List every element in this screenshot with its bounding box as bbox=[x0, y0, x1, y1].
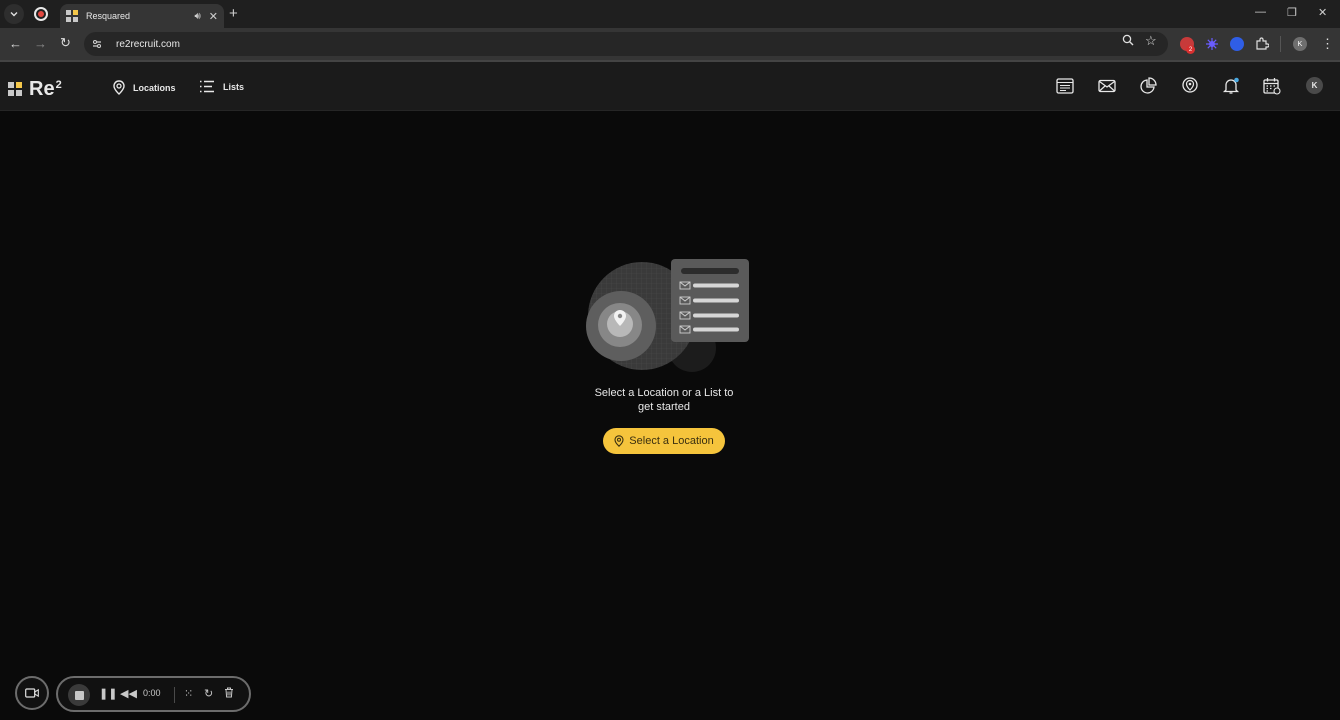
stop-icon bbox=[74, 690, 84, 700]
map-pin-icon bbox=[614, 435, 624, 447]
minimize-window-icon[interactable]: — bbox=[1255, 6, 1266, 18]
user-avatar[interactable]: K bbox=[1306, 77, 1323, 94]
restore-window-icon[interactable]: ❐ bbox=[1287, 6, 1297, 19]
select-location-label: Select a Location bbox=[629, 435, 714, 447]
toolbar-separator bbox=[1280, 36, 1281, 52]
video-camera-icon bbox=[25, 688, 39, 698]
extension-sparkle-icon[interactable] bbox=[1205, 37, 1219, 51]
browser-window-icon[interactable] bbox=[1056, 77, 1074, 95]
nav-lists-label: Lists bbox=[223, 81, 245, 92]
pause-icon[interactable]: ❚❚ bbox=[99, 687, 117, 700]
chevron-down-icon bbox=[10, 12, 18, 17]
address-bar[interactable]: re2recruit.com bbox=[84, 32, 1168, 56]
calendar-icon[interactable] bbox=[1263, 77, 1281, 95]
bookmark-star-icon[interactable]: ☆ bbox=[1145, 33, 1157, 49]
back-arrow-icon[interactable]: ← bbox=[9, 36, 22, 51]
location-bulb-icon[interactable] bbox=[1181, 77, 1199, 95]
nav-locations-label: Locations bbox=[133, 82, 176, 93]
tab-title: Resquared bbox=[86, 11, 131, 21]
trash-icon[interactable] bbox=[224, 687, 234, 701]
close-tab-icon[interactable]: ✕ bbox=[209, 10, 218, 23]
empty-state-message: Select a Location or a List to get start… bbox=[564, 386, 764, 414]
bell-icon[interactable] bbox=[1222, 77, 1240, 95]
map-pin-icon bbox=[113, 80, 125, 95]
resquared-favicon-icon bbox=[66, 10, 78, 22]
mail-icon[interactable] bbox=[1098, 77, 1116, 95]
recording-indicator-icon[interactable] bbox=[34, 7, 48, 21]
recording-timer: 0:00 bbox=[143, 688, 161, 698]
browser-profile-avatar[interactable]: K bbox=[1293, 37, 1307, 51]
extensions-puzzle-icon[interactable] bbox=[1255, 37, 1270, 51]
logo-text: Re bbox=[29, 78, 55, 100]
drag-handle-icon[interactable]: ⁙ bbox=[184, 687, 193, 700]
recorder-separator bbox=[174, 687, 175, 703]
extension-badge: 2 bbox=[1186, 45, 1195, 54]
recording-controls: ❚❚ ◀◀ 0:00 ⁙ ↻ bbox=[56, 676, 251, 712]
re2-logo[interactable]: Re 2 bbox=[8, 78, 62, 100]
logo-superscript: 2 bbox=[55, 79, 62, 91]
browser-tab-active[interactable]: Resquared 🔊︎ ✕ bbox=[60, 4, 224, 28]
browser-toolbar: ← → ↻ re2recruit.com ☆ bbox=[0, 28, 1340, 60]
browser-tabstrip: Resquared 🔊︎ ✕ + — ❐ ✕ bbox=[0, 0, 1340, 28]
stop-recording-button[interactable] bbox=[68, 684, 90, 706]
list-icon bbox=[200, 80, 214, 93]
extension-zoominfo-icon[interactable] bbox=[1230, 37, 1244, 51]
site-info-icon[interactable] bbox=[92, 39, 102, 49]
speaker-icon[interactable]: 🔊︎ bbox=[194, 11, 200, 22]
nav-locations[interactable]: Locations bbox=[113, 80, 176, 95]
forward-arrow-icon[interactable]: → bbox=[34, 36, 47, 51]
browser-menu-icon[interactable]: ⋮ bbox=[1321, 36, 1334, 52]
tab-search-button[interactable] bbox=[4, 4, 24, 24]
zoom-icon[interactable] bbox=[1122, 34, 1134, 49]
nav-lists[interactable]: Lists bbox=[199, 80, 244, 93]
restart-icon[interactable]: ↻ bbox=[204, 687, 213, 700]
close-window-icon[interactable]: ✕ bbox=[1318, 6, 1327, 19]
select-location-button[interactable]: Select a Location bbox=[603, 428, 725, 454]
re2-logo-mark-icon bbox=[8, 82, 22, 96]
reload-icon[interactable]: ↻ bbox=[60, 35, 71, 51]
pie-chart-icon[interactable] bbox=[1139, 77, 1157, 95]
empty-state-line-2: get started bbox=[638, 401, 690, 413]
rewind-icon[interactable]: ◀◀ bbox=[120, 687, 137, 700]
camera-toggle-button[interactable] bbox=[15, 676, 49, 710]
url-text: re2recruit.com bbox=[116, 38, 180, 50]
empty-state-line-1: Select a Location or a List to bbox=[594, 387, 734, 399]
new-tab-button[interactable]: + bbox=[229, 5, 238, 22]
empty-state-illustration-icon bbox=[586, 259, 749, 372]
